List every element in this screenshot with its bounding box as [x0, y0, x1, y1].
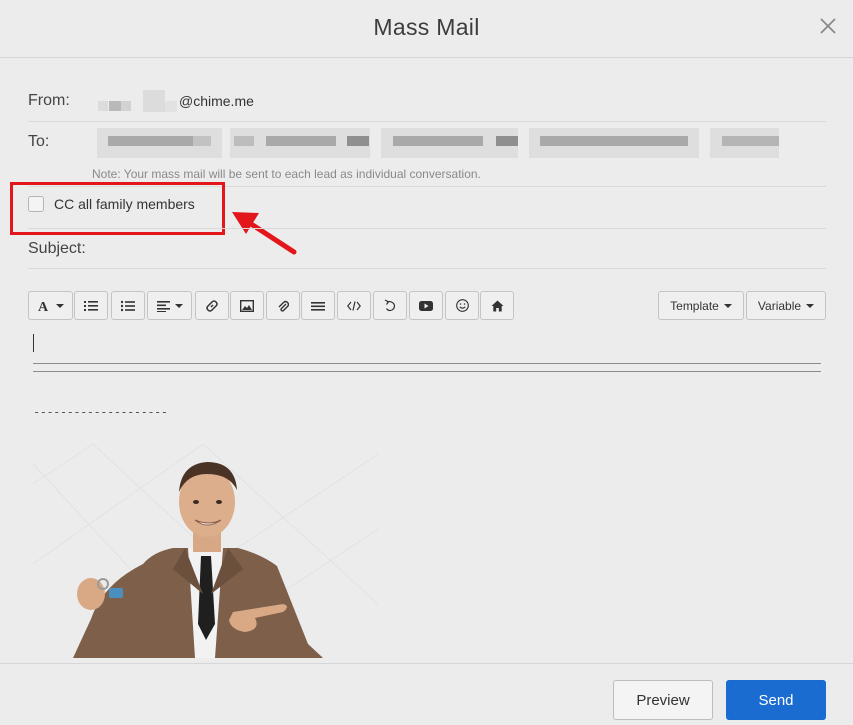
- code-view-button[interactable]: [337, 291, 371, 320]
- mass-mail-dialog: Mass Mail From: @chime.me To: Note: Your…: [0, 0, 853, 725]
- align-icon: [156, 300, 170, 312]
- signature-photo: [33, 444, 378, 658]
- text-cursor: [33, 334, 34, 352]
- variable-label: Variable: [757, 298, 802, 313]
- unordered-list-button[interactable]: [111, 291, 145, 320]
- variable-dropdown[interactable]: Variable: [746, 291, 826, 320]
- dialog-title: Mass Mail: [373, 14, 480, 40]
- font-icon: A: [38, 300, 49, 313]
- from-label: From:: [28, 92, 70, 109]
- from-email: @chime.me: [179, 93, 254, 109]
- svg-text:A: A: [38, 300, 49, 313]
- emoji-icon: [455, 299, 469, 312]
- divider: [28, 121, 826, 122]
- chevron-down-icon: [806, 303, 815, 308]
- template-dropdown[interactable]: Template: [658, 291, 744, 320]
- image-icon: [240, 299, 254, 312]
- close-icon[interactable]: [819, 17, 837, 35]
- divider: [28, 228, 826, 229]
- font-style-button[interactable]: A: [28, 291, 73, 320]
- horizontal-rule-icon: [311, 301, 325, 311]
- undo-button[interactable]: [373, 291, 407, 320]
- image-button[interactable]: [230, 291, 264, 320]
- ordered-list-icon: [84, 300, 98, 311]
- preview-button[interactable]: Preview: [613, 680, 713, 720]
- emoji-button[interactable]: [445, 291, 479, 320]
- link-icon: [206, 299, 218, 312]
- video-icon: [419, 300, 433, 311]
- align-button[interactable]: [147, 291, 192, 320]
- attachment-icon: [278, 300, 289, 312]
- video-button[interactable]: [409, 291, 443, 320]
- ordered-list-button[interactable]: [74, 291, 108, 320]
- home-button[interactable]: [480, 291, 514, 320]
- home-icon: [491, 300, 503, 311]
- horizontal-rule: [33, 363, 821, 364]
- template-label: Template: [670, 298, 719, 313]
- to-label: To:: [28, 133, 50, 150]
- horizontal-rule: [33, 371, 821, 372]
- link-button[interactable]: [195, 291, 229, 320]
- chevron-down-icon: [723, 303, 732, 308]
- arrow-icon: [232, 212, 297, 255]
- horizontal-rule-button[interactable]: [301, 291, 335, 320]
- message-editor[interactable]: --------------------: [33, 334, 821, 658]
- dialog-header: Mass Mail: [0, 0, 853, 58]
- undo-icon: [384, 299, 396, 312]
- unordered-list-icon: [121, 300, 135, 311]
- send-button[interactable]: Send: [726, 680, 826, 720]
- code-icon: [347, 300, 361, 311]
- attachment-button[interactable]: [266, 291, 300, 320]
- subject-label: Subject:: [28, 240, 86, 257]
- to-note: Note: Your mass mail will be sent to eac…: [92, 167, 481, 181]
- divider: [28, 268, 826, 269]
- signature-separator: --------------------: [33, 405, 168, 419]
